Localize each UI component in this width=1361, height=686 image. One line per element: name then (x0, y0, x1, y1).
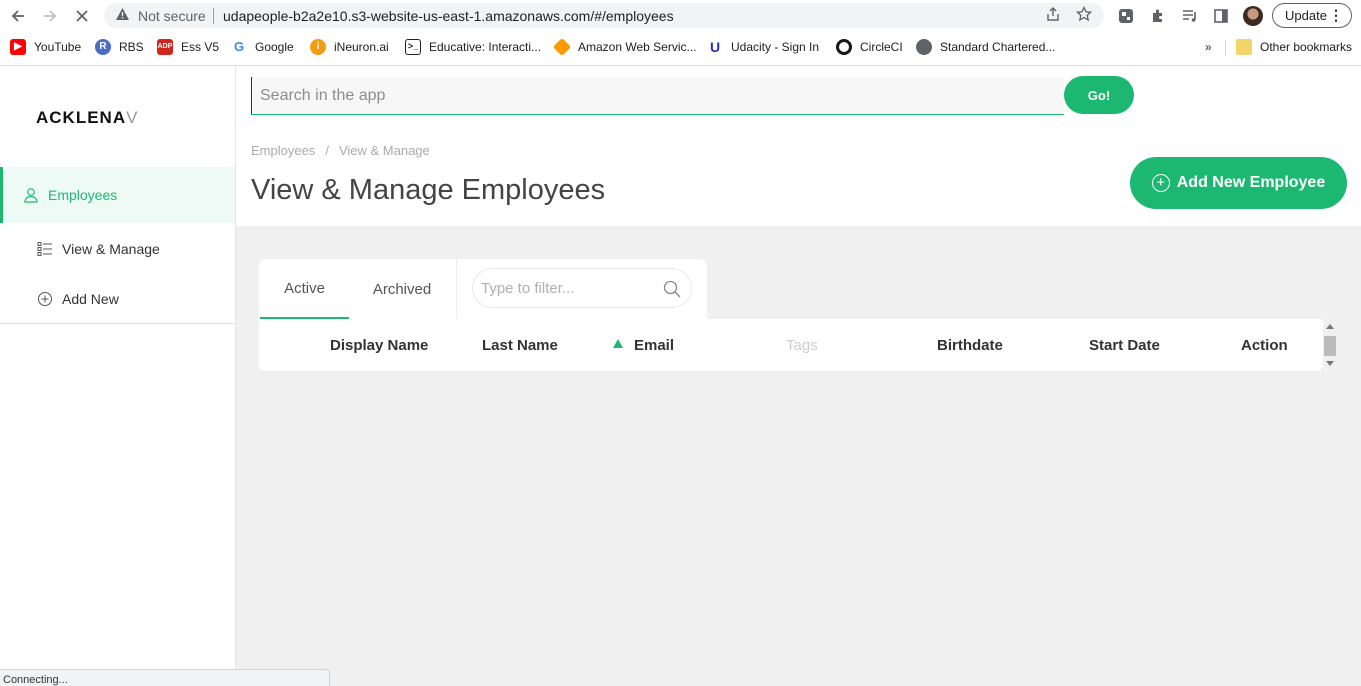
google-icon: G (231, 39, 247, 55)
sidebar-item-label: Add New (62, 291, 119, 307)
bookmark-item[interactable]: >_ Educative: Interacti... (405, 38, 541, 56)
column-header-display-name[interactable]: Display Name (330, 337, 428, 354)
puzzle-icon[interactable] (1147, 5, 1169, 27)
bookmark-label: Amazon Web Servic... (578, 40, 697, 54)
security-label[interactable]: Not secure (138, 8, 206, 24)
plus-circle-icon (38, 292, 52, 306)
plus-circle-icon: + (1151, 174, 1170, 192)
bookmark-label: RBS (119, 40, 144, 54)
update-label: Update (1285, 8, 1327, 23)
page-title: View & Manage Employees (251, 174, 606, 206)
forward-arrow-icon[interactable] (38, 4, 62, 28)
warning-icon[interactable] (115, 7, 130, 24)
folder-icon (1236, 39, 1252, 55)
bookmark-label: Ess V5 (181, 40, 220, 54)
bookmark-label: Other bookmarks (1260, 40, 1353, 54)
sidebar-item-label: View & Manage (62, 241, 160, 257)
bookmark-item[interactable]: i iNeuron.ai (310, 38, 389, 56)
bookmark-label: iNeuron.ai (334, 40, 389, 54)
url-text[interactable]: udapeople-b2a2e10.s3-website-us-east-1.a… (223, 8, 674, 24)
scroll-down-arrow-icon[interactable] (1326, 361, 1334, 366)
circleci-icon (836, 39, 852, 55)
tab-archived[interactable]: Archived (357, 259, 447, 319)
kebab-menu-icon[interactable]: ⋮ (1329, 7, 1343, 24)
scroll-up-arrow-icon[interactable] (1326, 324, 1334, 329)
star-bookmark-icon[interactable] (1075, 5, 1093, 26)
address-bar[interactable]: Not secure udapeople-b2a2e10.s3-website-… (104, 3, 1104, 28)
sidebar: ACKLENAV Employees View & Manage Add New (0, 66, 236, 686)
breadcrumb: Employees / View & Manage (251, 143, 430, 158)
tab-active[interactable]: Active (260, 259, 349, 319)
adp-icon: ADP (157, 39, 173, 55)
other-bookmarks-folder[interactable]: Other bookmarks (1236, 38, 1352, 56)
bookmark-label: Udacity - Sign In (731, 40, 820, 54)
udacity-icon: U (707, 39, 723, 55)
browser-status-bubble: Connecting... (0, 669, 330, 686)
table-scrollbar[interactable] (1322, 321, 1338, 371)
sort-ascending-icon[interactable] (613, 339, 623, 348)
column-header-action: Action (1241, 337, 1288, 354)
youtube-icon: ▶ (10, 39, 26, 55)
extension-grid-icon[interactable] (1115, 5, 1137, 27)
bookmark-item[interactable]: Standard Chartered... (916, 38, 1055, 56)
globe-icon (916, 39, 932, 55)
bookmark-item[interactable]: CircleCI (836, 38, 903, 56)
filter-field (472, 268, 692, 308)
share-icon[interactable] (1045, 6, 1061, 26)
lock-icon: R (95, 39, 111, 55)
browser-toolbar: Not secure udapeople-b2a2e10.s3-website-… (0, 0, 1361, 31)
employees-table-header: Display Name Last Name Email Tags Birthd… (259, 319, 1323, 371)
sidebar-item-employees[interactable]: Employees (0, 167, 235, 223)
bookmark-label: YouTube (34, 40, 82, 54)
column-header-birthdate[interactable]: Birthdate (937, 337, 1003, 354)
column-header-tags: Tags (786, 337, 818, 354)
column-header-last-name[interactable]: Last Name (482, 337, 558, 354)
aws-icon (552, 37, 572, 57)
media-queue-icon[interactable] (1179, 5, 1201, 27)
breadcrumb-item-view-manage: View & Manage (338, 143, 430, 158)
column-header-start-date[interactable]: Start Date (1089, 337, 1160, 354)
sidebar-divider (0, 323, 235, 324)
bookmark-item[interactable]: ▶ YouTube (10, 38, 81, 56)
tabs-divider (456, 259, 457, 319)
bookmark-item[interactable]: G Google (231, 38, 294, 56)
bookmarks-bar: ▶ YouTube R RBS ADP Ess V5 G Google i iN… (0, 35, 1361, 59)
app-search (251, 77, 1064, 115)
bookmark-label: Google (255, 40, 294, 54)
list-icon (37, 242, 52, 256)
bookmark-label: Educative: Interacti... (429, 40, 542, 54)
search-icon[interactable] (663, 280, 681, 298)
bookmarks-divider (1225, 40, 1226, 56)
bookmark-item[interactable]: ADP Ess V5 (157, 38, 219, 56)
back-arrow-icon[interactable] (6, 4, 30, 28)
profile-avatar[interactable] (1243, 6, 1263, 26)
breadcrumb-item-employees[interactable]: Employees (251, 143, 315, 158)
add-new-employee-label: Add New Employee (1176, 174, 1326, 191)
tabs-bar: Active Archived (259, 259, 707, 319)
go-button[interactable]: Go! (1064, 76, 1134, 114)
bookmark-item[interactable]: U Udacity - Sign In (707, 38, 819, 56)
bookmark-label: Standard Chartered... (940, 40, 1056, 54)
omnibox-divider (213, 8, 214, 24)
column-header-email[interactable]: Email (634, 337, 674, 354)
app-logo[interactable]: ACKLENAV (36, 108, 138, 128)
bookmark-item[interactable]: Amazon Web Servic... (552, 37, 697, 57)
bookmark-label: CircleCI (860, 40, 903, 54)
search-input[interactable] (251, 77, 1064, 114)
sidebar-item-add-new[interactable]: Add New (0, 271, 235, 327)
bookmarks-overflow-button[interactable]: » (1205, 38, 1212, 56)
ineuron-icon: i (310, 39, 326, 55)
add-new-employee-button[interactable]: + Add New Employee (1130, 157, 1347, 209)
user-icon (24, 188, 38, 203)
educative-icon: >_ (405, 39, 421, 55)
sidebar-item-label: Employees (48, 187, 118, 203)
side-panel-icon[interactable] (1210, 5, 1232, 27)
breadcrumb-separator: / (325, 143, 329, 158)
sidebar-item-view-manage[interactable]: View & Manage (0, 221, 235, 277)
filter-input[interactable] (473, 269, 691, 307)
scrollbar-thumb[interactable] (1324, 336, 1336, 356)
update-button[interactable]: Update ⋮ (1272, 3, 1352, 28)
bookmark-item[interactable]: R RBS (95, 38, 144, 56)
stop-loading-icon[interactable] (70, 4, 94, 28)
